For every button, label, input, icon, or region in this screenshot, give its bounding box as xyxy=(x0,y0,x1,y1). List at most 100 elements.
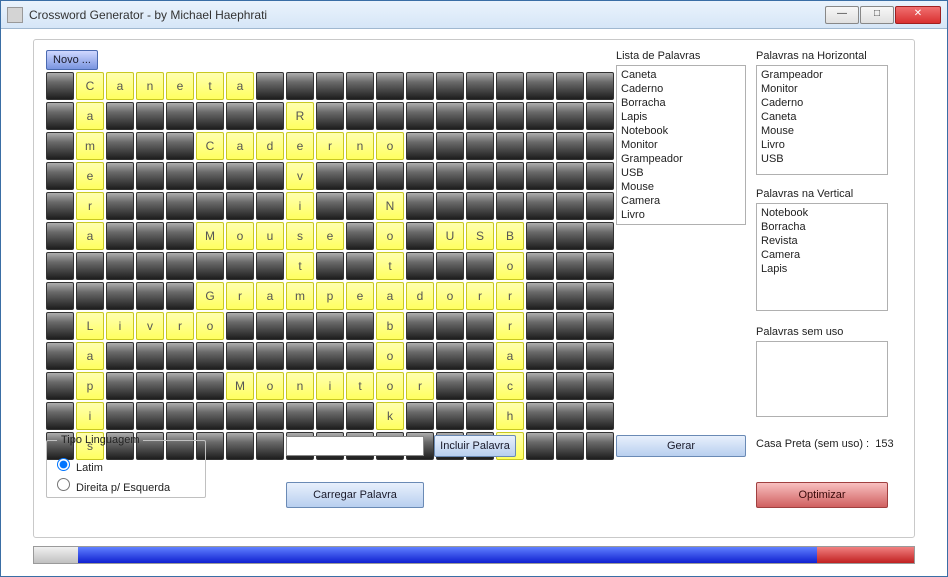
grid-cell-letter[interactable]: m xyxy=(286,282,314,310)
grid-cell-empty[interactable] xyxy=(496,72,524,100)
incluir-button[interactable]: Incluir Palavra xyxy=(434,435,516,457)
grid-cell-empty[interactable] xyxy=(556,282,584,310)
grid-cell-letter[interactable]: v xyxy=(286,162,314,190)
grid-cell-empty[interactable] xyxy=(46,162,74,190)
grid-cell-empty[interactable] xyxy=(556,312,584,340)
radio-latim[interactable] xyxy=(57,458,70,471)
grid-cell-letter[interactable]: o xyxy=(376,342,404,370)
grid-cell-empty[interactable] xyxy=(436,342,464,370)
grid-cell-empty[interactable] xyxy=(436,312,464,340)
grid-cell-empty[interactable] xyxy=(226,342,254,370)
grid-cell-letter[interactable]: o xyxy=(226,222,254,250)
grid-cell-empty[interactable] xyxy=(406,252,434,280)
grid-cell-empty[interactable] xyxy=(136,132,164,160)
grid-cell-empty[interactable] xyxy=(346,72,374,100)
grid-cell-empty[interactable] xyxy=(436,132,464,160)
grid-cell-empty[interactable] xyxy=(106,252,134,280)
grid-cell-letter[interactable]: c xyxy=(496,372,524,400)
grid-cell-empty[interactable] xyxy=(346,162,374,190)
list-item[interactable]: Borracha xyxy=(621,96,741,110)
grid-cell-empty[interactable] xyxy=(406,342,434,370)
grid-cell-empty[interactable] xyxy=(436,402,464,430)
grid-cell-letter[interactable]: h xyxy=(496,402,524,430)
grid-cell-empty[interactable] xyxy=(406,192,434,220)
grid-cell-empty[interactable] xyxy=(256,252,284,280)
list-item[interactable]: Revista xyxy=(761,234,883,248)
grid-cell-empty[interactable] xyxy=(526,312,554,340)
grid-cell-empty[interactable] xyxy=(106,282,134,310)
list-item[interactable]: Borracha xyxy=(761,220,883,234)
grid-cell-empty[interactable] xyxy=(46,192,74,220)
grid-cell-letter[interactable]: U xyxy=(436,222,464,250)
grid-cell-empty[interactable] xyxy=(316,312,344,340)
grid-cell-letter[interactable]: e xyxy=(76,162,104,190)
novo-button[interactable]: Novo ... xyxy=(46,50,98,70)
grid-cell-empty[interactable] xyxy=(106,192,134,220)
palavra-input[interactable] xyxy=(286,436,424,456)
grid-cell-empty[interactable] xyxy=(496,192,524,220)
gerar-button[interactable]: Gerar xyxy=(616,435,746,457)
grid-cell-empty[interactable] xyxy=(466,132,494,160)
grid-cell-empty[interactable] xyxy=(586,282,614,310)
grid-cell-empty[interactable] xyxy=(106,402,134,430)
close-button[interactable]: ✕ xyxy=(895,6,941,24)
grid-cell-empty[interactable] xyxy=(136,342,164,370)
grid-cell-letter[interactable]: a xyxy=(106,72,134,100)
grid-cell-letter[interactable]: C xyxy=(196,132,224,160)
grid-cell-empty[interactable] xyxy=(106,162,134,190)
grid-cell-empty[interactable] xyxy=(466,102,494,130)
list-item[interactable]: Mouse xyxy=(761,124,883,138)
grid-cell-letter[interactable]: n xyxy=(286,372,314,400)
list-item[interactable]: Lapis xyxy=(621,110,741,124)
grid-cell-letter[interactable]: o xyxy=(496,252,524,280)
grid-cell-empty[interactable] xyxy=(586,402,614,430)
grid-cell-empty[interactable] xyxy=(526,192,554,220)
grid-cell-empty[interactable] xyxy=(136,192,164,220)
list-item[interactable]: Caderno xyxy=(621,82,741,96)
grid-cell-letter[interactable]: L xyxy=(76,312,104,340)
radio-direita[interactable] xyxy=(57,478,70,491)
grid-cell-letter[interactable]: M xyxy=(226,372,254,400)
grid-cell-letter[interactable]: a xyxy=(76,102,104,130)
grid-cell-letter[interactable]: a xyxy=(376,282,404,310)
grid-cell-empty[interactable] xyxy=(46,402,74,430)
grid-cell-empty[interactable] xyxy=(196,102,224,130)
list-item[interactable]: Grampeador xyxy=(621,152,741,166)
grid-cell-empty[interactable] xyxy=(346,222,374,250)
grid-cell-empty[interactable] xyxy=(526,342,554,370)
grid-cell-empty[interactable] xyxy=(526,132,554,160)
grid-cell-empty[interactable] xyxy=(346,312,374,340)
grid-cell-letter[interactable]: S xyxy=(466,222,494,250)
grid-cell-empty[interactable] xyxy=(466,342,494,370)
grid-cell-empty[interactable] xyxy=(256,432,284,460)
grid-cell-empty[interactable] xyxy=(196,192,224,220)
grid-cell-empty[interactable] xyxy=(166,132,194,160)
grid-cell-empty[interactable] xyxy=(166,402,194,430)
grid-cell-letter[interactable]: a xyxy=(496,342,524,370)
grid-cell-letter[interactable]: G xyxy=(196,282,224,310)
list-item[interactable]: Livro xyxy=(761,138,883,152)
grid-cell-empty[interactable] xyxy=(136,372,164,400)
list-item[interactable]: Notebook xyxy=(761,206,883,220)
list-item[interactable]: Lapis xyxy=(761,262,883,276)
grid-cell-empty[interactable] xyxy=(556,252,584,280)
grid-cell-empty[interactable] xyxy=(46,102,74,130)
grid-cell-letter[interactable]: m xyxy=(76,132,104,160)
grid-cell-letter[interactable]: r xyxy=(406,372,434,400)
grid-cell-letter[interactable]: p xyxy=(76,372,104,400)
grid-cell-empty[interactable] xyxy=(106,222,134,250)
grid-cell-empty[interactable] xyxy=(106,342,134,370)
grid-cell-empty[interactable] xyxy=(286,402,314,430)
grid-cell-letter[interactable]: d xyxy=(406,282,434,310)
grid-cell-empty[interactable] xyxy=(256,192,284,220)
grid-cell-empty[interactable] xyxy=(166,162,194,190)
grid-cell-letter[interactable]: n xyxy=(346,132,374,160)
grid-cell-empty[interactable] xyxy=(286,342,314,370)
grid-cell-empty[interactable] xyxy=(136,102,164,130)
grid-cell-letter[interactable]: t xyxy=(376,252,404,280)
grid-cell-empty[interactable] xyxy=(496,102,524,130)
list-item[interactable]: Caneta xyxy=(761,110,883,124)
grid-cell-empty[interactable] xyxy=(46,72,74,100)
grid-cell-empty[interactable] xyxy=(436,102,464,130)
grid-cell-letter[interactable]: o xyxy=(376,132,404,160)
